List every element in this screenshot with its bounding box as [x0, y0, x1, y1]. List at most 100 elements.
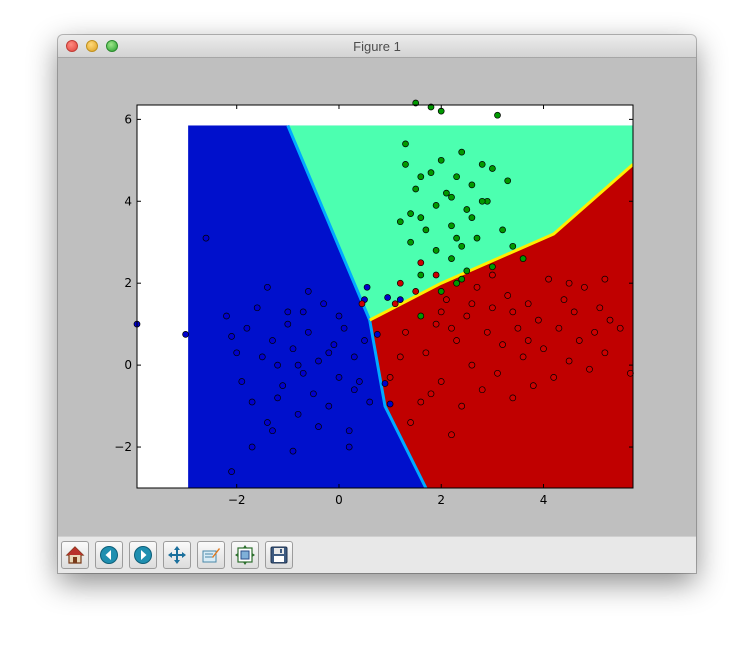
data-point-class-1 [509, 242, 517, 250]
forward-button[interactable] [129, 541, 157, 569]
x-tick-label: −2 [228, 493, 246, 507]
data-point-class-1 [468, 214, 476, 221]
data-point-class-0 [315, 423, 322, 430]
data-point-class-1 [499, 226, 506, 234]
figure-canvas[interactable]: −2 0 2 4 −2 0 2 4 6 [58, 58, 696, 536]
data-point-class-2 [432, 271, 440, 279]
back-button[interactable] [95, 541, 123, 569]
data-point-class-1 [407, 210, 414, 217]
y-tick-label: 4 [124, 194, 132, 208]
data-point-class-0 [258, 353, 266, 361]
data-point-class-0 [366, 398, 374, 406]
data-point-class-2 [478, 386, 486, 394]
data-point-class-0 [248, 443, 256, 451]
data-point-class-2 [427, 390, 435, 398]
y-tick-label: 6 [124, 112, 132, 126]
data-point-class-1 [458, 242, 466, 250]
data-point-class-2 [514, 324, 522, 332]
window-title: Figure 1 [353, 39, 401, 54]
data-point-class-1 [443, 189, 450, 197]
data-point-class-2 [458, 402, 466, 410]
data-point-class-0 [228, 333, 235, 340]
data-point-class-2 [524, 300, 532, 308]
data-point-class-0 [233, 349, 241, 357]
data-point-class-0 [253, 304, 261, 312]
data-point-class-1 [417, 271, 425, 279]
data-point-class-2 [407, 419, 414, 426]
data-point-class-2 [432, 320, 440, 328]
home-button[interactable] [61, 541, 89, 569]
data-point-class-2 [524, 337, 532, 344]
data-point-class-0 [350, 353, 358, 361]
data-point-class-0 [335, 374, 343, 381]
zoom-button[interactable] [197, 541, 225, 569]
data-point-class-1 [402, 140, 409, 148]
data-point-class-2 [463, 312, 471, 320]
y-tick-label: −2 [114, 440, 132, 454]
data-point-class-0 [238, 378, 246, 385]
data-point-class-1 [453, 234, 460, 242]
data-point-class-1 [463, 206, 471, 213]
data-point-class-2 [412, 288, 420, 295]
y-tick-label: 2 [124, 276, 132, 290]
subplots-icon [235, 545, 255, 565]
data-point-class-2 [443, 296, 450, 303]
data-point-class-2 [581, 283, 588, 291]
data-point-class-2 [550, 374, 558, 381]
pan-button[interactable] [163, 541, 191, 569]
data-point-class-2 [519, 353, 527, 361]
data-point-class-0 [304, 328, 312, 336]
data-point-class-0 [299, 308, 307, 316]
data-point-class-2 [417, 398, 425, 406]
data-point-class-2 [422, 349, 430, 357]
forward-arrow-icon [134, 546, 152, 564]
data-point-class-2 [570, 308, 578, 316]
data-point-class-0 [299, 369, 307, 377]
navigation-toolbar [58, 536, 696, 573]
data-point-class-1 [489, 263, 496, 271]
title-bar[interactable]: Figure 1 [58, 35, 696, 58]
x-tick-label: 2 [437, 493, 445, 507]
data-point-class-1 [504, 177, 512, 185]
data-point-class-1 [468, 181, 476, 189]
data-point-class-0 [335, 312, 343, 320]
data-point-class-0 [350, 386, 358, 394]
x-tick-label: 4 [540, 493, 548, 507]
data-point-class-0 [325, 402, 333, 410]
data-point-class-1 [437, 156, 445, 164]
data-point-class-0 [264, 419, 271, 426]
data-point-class-2 [396, 279, 404, 287]
data-point-class-2 [483, 328, 491, 336]
data-point-class-2 [509, 308, 517, 316]
data-point-class-2 [473, 283, 481, 291]
data-point-class-2 [396, 353, 404, 361]
data-point-class-0 [289, 447, 297, 455]
data-point-class-2 [402, 328, 409, 336]
data-point-class-0 [325, 349, 333, 357]
data-point-class-2 [596, 304, 604, 312]
subplots-button[interactable] [231, 541, 259, 569]
data-point-class-1 [453, 173, 460, 181]
data-point-class-2 [575, 337, 583, 344]
data-point-class-1 [448, 222, 455, 230]
data-point-class-1 [432, 247, 440, 254]
data-point-class-0 [330, 341, 338, 348]
x-tick-label: 0 [335, 493, 343, 507]
data-point-class-1 [478, 161, 486, 168]
data-point-class-1 [427, 169, 435, 176]
data-point-class-2 [489, 271, 496, 279]
data-point-class-0 [264, 283, 271, 291]
data-point-class-0 [228, 468, 235, 475]
data-point-class-0 [345, 427, 353, 435]
data-point-class-0 [243, 324, 251, 332]
data-point-class-0 [345, 443, 353, 451]
data-point-class-2 [437, 378, 445, 385]
data-point-class-0 [182, 331, 189, 338]
save-button[interactable] [265, 541, 293, 569]
data-point-class-0 [248, 398, 256, 406]
data-point-class-1 [473, 234, 481, 242]
data-point-class-0 [274, 394, 281, 402]
data-point-class-2 [448, 324, 455, 332]
data-point-class-1 [417, 214, 425, 221]
back-arrow-icon [100, 546, 118, 564]
